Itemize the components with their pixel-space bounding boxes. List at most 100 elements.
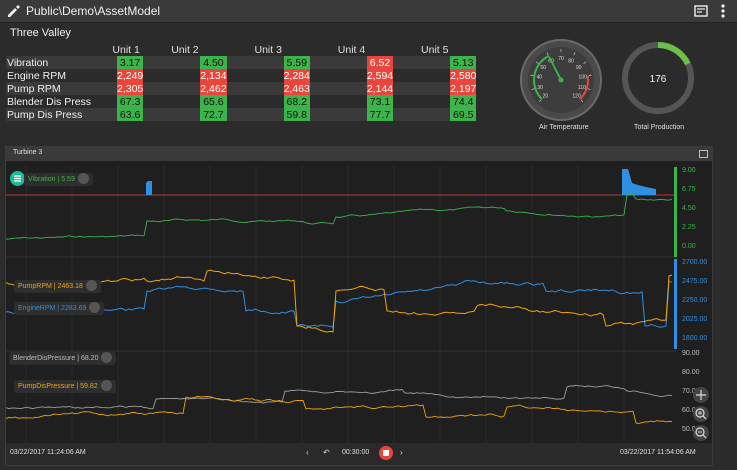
gauge-tick-label: 70 [558,56,564,62]
vibration-spike-2 [622,169,656,195]
unit-header: Unit 2 [171,43,199,56]
move-icon [696,390,706,400]
move-icon[interactable] [85,279,97,291]
value-cell: 6.52 [366,56,394,69]
top-bar: Public\Demo\AssetModel [0,0,737,23]
value-cell: 77.7 [366,108,394,121]
rpm-axis-strip [674,259,677,349]
gauge-tick-label: 20 [543,94,549,100]
axis-tick-label: 2700.00 [682,259,708,266]
production-progress-arc [657,42,691,66]
cell-spacer [393,56,451,69]
unit-header: Unit 5 [421,43,449,56]
vibration-spike-1 [146,181,152,195]
move-icon[interactable] [77,172,89,184]
row-label: Pump Dis Press [6,108,109,121]
value-cell: 69.5 [450,108,477,121]
axis-tick-label: 90.00 [682,350,700,357]
gauge-label: Air Temperature [539,124,589,131]
table-row: Pump Dis Press 63.6 72.7 59.8 77.7 69.5 [6,108,477,121]
gauge-tick-label: 90 [576,65,582,71]
pump-dis-pressure-tag-label: PumpDisPressure | 59.82 [18,383,98,390]
edit-icon[interactable] [6,4,20,18]
axis-tick-label: 0.00 [682,243,696,250]
value-cell: 5.13 [450,56,477,69]
move-icon[interactable] [101,351,113,363]
table-header: Unit 1 Unit 2 Unit 3 Unit 4 Unit 5 [6,43,476,56]
value-cell: 2,284 [283,69,310,82]
more-menu-icon[interactable] [718,3,728,19]
table-row: Blender Dis Press 67.3 65.6 68.2 73.1 74.4 [6,95,477,108]
pump-dis-pressure-tag[interactable]: PumpDisPressure | 59.82 [14,379,116,393]
blender-pressure-tag[interactable]: BlenderDisPressure | 68.20 [9,351,117,365]
cell-spacer [393,108,451,121]
panel-options-icon[interactable] [699,150,708,158]
unit-status-table: Unit 1 Unit 2 Unit 3 Unit 4 Unit 5 Vibration… [6,43,477,121]
stop-live-button[interactable] [379,446,393,460]
table-row: Engine RPM 2,249 2,134 2,284 2,594 2,580 [6,69,477,82]
axis-tick-label: 1800.00 [682,335,708,342]
cell-spacer [393,69,450,82]
gauge-tick-label: 50 [540,65,546,71]
vibration-tag[interactable]: Vibration | 5.59 [24,172,93,186]
table-row: Pump RPM 2,305 2,462 2,463 2,144 2,197 [6,82,477,95]
cell-spacer [309,56,367,69]
trend-panel: Turbine 3 Vibration | 5.59 PumpRPM | 246… [5,146,713,466]
cell-spacer [226,82,284,95]
pump-rpm-tag[interactable]: PumpRPM | 2463.18 [14,279,101,293]
duration[interactable]: 00:30:00 [342,449,369,456]
cell-spacer [143,69,200,82]
legend-menu-button[interactable] [10,171,25,186]
production-value: 176 [650,74,667,85]
cell-spacer [143,56,201,69]
cell-spacer [393,82,451,95]
production-label: Total Production [634,124,685,131]
cell-spacer [309,108,367,121]
cell-spacer [310,95,367,108]
value-cell: 67.3 [117,95,144,108]
value-cell: 72.7 [200,108,227,121]
cell-spacer [143,82,201,95]
zoom-out-button[interactable] [693,425,709,441]
value-cell: 68.2 [283,95,310,108]
axis-tick-label: 2.25 [682,224,696,231]
unit-header: Unit 3 [254,43,282,56]
trend-chart[interactable] [6,161,712,443]
engine-rpm-series [6,279,673,328]
cell-spacer [393,95,450,108]
step-back-icon[interactable]: ‹ [306,448,309,457]
display-settings-icon[interactable] [694,4,708,18]
value-cell: 2,249 [117,69,144,82]
axis-tick-label: 80.00 [682,369,700,376]
air-temperature-gauge: 2030405060708090100110120 [520,39,602,121]
value-cell: 74.4 [450,95,477,108]
blender-pressure-tag-label: BlenderDisPressure | 68.20 [13,355,99,362]
gauge-tick-label: 110 [578,85,586,91]
table-body: Vibration 3.17 4.50 5.59 6.52 5.13 Engine RPM 2… [6,56,477,121]
row-label: Blender Dis Press [7,95,92,108]
vibration-tag-label: Vibration | 5.59 [28,176,75,183]
value-cell: 2,580 [450,69,477,82]
row-label: Vibration [6,56,109,69]
unit-header: Unit 4 [337,43,366,56]
cell-spacer [227,69,284,82]
pan-button[interactable] [693,387,709,403]
value-cell: 73.1 [366,95,394,108]
end-time: 03/22/2017 11:54:06 AM [620,449,696,456]
trend-panel-header: Turbine 3 [6,147,712,161]
axis-tick-label: 2025.00 [682,316,708,323]
value-cell: 65.6 [200,95,227,108]
vibration-axis-strip [674,167,677,257]
start-time: 03/22/2017 11:24:06 AM [10,449,86,456]
move-icon[interactable] [100,379,112,391]
value-cell: 2,463 [283,82,310,95]
engine-rpm-tag[interactable]: EngineRPM | 2283.69 [14,301,105,315]
cell-spacer [226,56,284,69]
step-forward-icon[interactable]: › [400,448,403,457]
zoom-in-button[interactable] [693,406,709,422]
rewind-icon[interactable]: ↶ [323,448,330,457]
cell-spacer [226,108,284,121]
move-icon[interactable] [89,301,101,313]
value-cell: 2,305 [117,82,144,95]
vibration-series [6,194,673,240]
